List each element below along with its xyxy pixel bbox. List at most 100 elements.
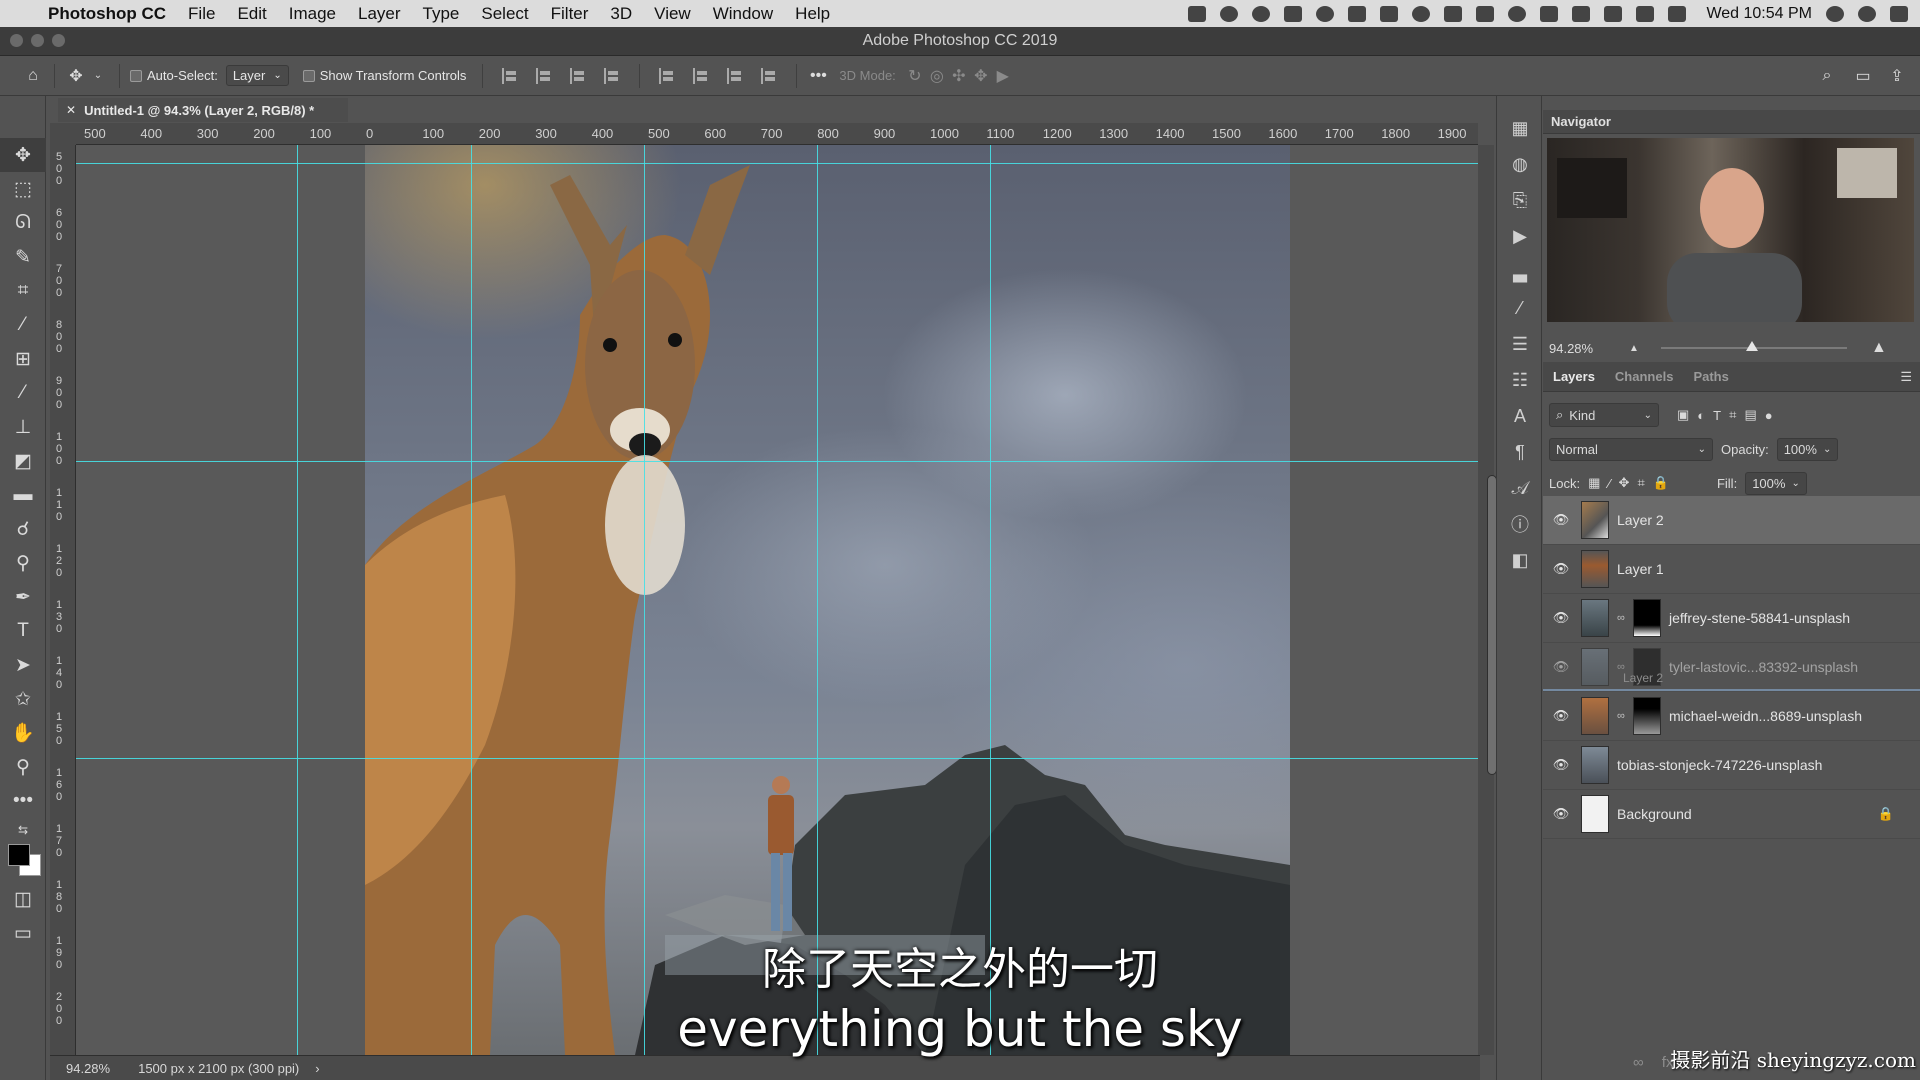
- zoom-in-icon[interactable]: ▲: [1871, 339, 1887, 357]
- visibility-eye-icon[interactable]: 👁: [1547, 561, 1575, 577]
- layer-name[interactable]: michael-weidn...8689-unsplash: [1669, 708, 1862, 724]
- path-select-tool-icon[interactable]: ➤: [0, 648, 46, 682]
- menu-window[interactable]: Window: [713, 4, 773, 24]
- camera-icon[interactable]: [1188, 5, 1207, 22]
- align-center-icon[interactable]: [536, 67, 552, 84]
- zoom-slider-knob[interactable]: [1746, 341, 1758, 351]
- search-icon[interactable]: ⌕: [1816, 65, 1838, 87]
- status-zoom[interactable]: 94.28%: [66, 1061, 110, 1076]
- layer-name[interactable]: Layer 2: [1617, 512, 1664, 528]
- type-tool-icon[interactable]: T: [0, 614, 46, 648]
- menu-3d[interactable]: 3D: [610, 4, 632, 24]
- close-tab-icon[interactable]: ✕: [66, 103, 76, 117]
- menu-select[interactable]: Select: [481, 4, 528, 24]
- vertical-guide[interactable]: [297, 145, 298, 1055]
- brush-tool-icon[interactable]: ⁄: [0, 376, 46, 410]
- skype-icon[interactable]: [1412, 5, 1431, 22]
- dropbox-icon[interactable]: [1284, 5, 1303, 22]
- properties-panel-icon[interactable]: ☰: [1497, 326, 1543, 362]
- menu-help[interactable]: Help: [795, 4, 830, 24]
- auto-select-checkbox[interactable]: [130, 69, 142, 82]
- bluetooth-icon[interactable]: [1540, 5, 1559, 22]
- vertical-ruler[interactable]: 500 600 700 800 900 100 110 120 130 140 150 160 170 1…: [50, 145, 76, 1055]
- foreground-color-swatch[interactable]: [8, 844, 30, 866]
- time-machine-icon[interactable]: [1508, 5, 1527, 22]
- panel-menu-icon[interactable]: ☰: [1900, 369, 1912, 385]
- eyedropper-tool-icon[interactable]: ⁄: [0, 308, 46, 342]
- layer-mask-thumbnail[interactable]: [1633, 697, 1661, 735]
- align-top-icon[interactable]: [659, 67, 675, 84]
- visibility-eye-icon[interactable]: 👁: [1547, 806, 1575, 822]
- vertical-scrollbar[interactable]: [1478, 145, 1497, 1055]
- menu-type[interactable]: Type: [423, 4, 460, 24]
- menu-view[interactable]: View: [654, 4, 691, 24]
- horizontal-guide[interactable]: [76, 461, 1478, 462]
- navigator-zoom-value[interactable]: 94.28%: [1549, 341, 1593, 356]
- menu-layer[interactable]: Layer: [358, 4, 401, 24]
- alien-icon[interactable]: [1220, 5, 1239, 22]
- zoom-tool-icon[interactable]: ⚲: [0, 750, 46, 784]
- dodge-tool-icon[interactable]: ⚲: [0, 546, 46, 580]
- info-panel-icon[interactable]: ⓘ: [1497, 506, 1543, 542]
- actions-panel-icon[interactable]: ▶: [1497, 218, 1543, 254]
- color-panel-icon[interactable]: ◍: [1497, 146, 1543, 182]
- clone-stamp-tool-icon[interactable]: ⊥: [0, 410, 46, 444]
- libraries-panel-icon[interactable]: ☷: [1497, 362, 1543, 398]
- vertical-guide[interactable]: [471, 145, 472, 1055]
- horizontal-guide[interactable]: [76, 163, 1478, 164]
- eraser-tool-icon[interactable]: ◩: [0, 444, 46, 478]
- healing-brush-tool-icon[interactable]: ⊞: [0, 342, 46, 376]
- share-icon[interactable]: ⇪: [1886, 65, 1908, 87]
- navigator-header[interactable]: Navigator: [1543, 110, 1920, 134]
- menu-image[interactable]: Image: [289, 4, 336, 24]
- shape-filter-icon[interactable]: ⌗: [1729, 407, 1736, 423]
- display-icon[interactable]: [1380, 5, 1399, 22]
- gradient-tool-icon[interactable]: ▬: [0, 478, 46, 512]
- 3d-scale-icon[interactable]: ▶: [992, 65, 1014, 87]
- app-menu[interactable]: Photoshop CC: [48, 4, 166, 24]
- align-right-icon[interactable]: [570, 67, 586, 84]
- character-panel-icon[interactable]: A: [1497, 398, 1543, 434]
- hand-tool-icon[interactable]: ✋: [0, 716, 46, 750]
- filter-toggle-icon[interactable]: ●: [1765, 408, 1773, 423]
- lock-pixels-icon[interactable]: ⁄: [1608, 476, 1610, 491]
- move-tool-icon[interactable]: ✥: [0, 138, 46, 172]
- tool-preset-chevron-icon[interactable]: ⌄: [87, 65, 109, 87]
- vertical-guide[interactable]: [644, 145, 645, 1055]
- type-filter-icon[interactable]: T: [1713, 408, 1721, 423]
- histogram-panel-icon[interactable]: ▃: [1497, 254, 1543, 290]
- visibility-eye-icon[interactable]: 👁: [1547, 757, 1575, 773]
- opacity-field[interactable]: 100% ⌄: [1776, 437, 1839, 461]
- glyphs-panel-icon[interactable]: 𝒜: [1497, 470, 1543, 506]
- layer-row-tyler-lastovic[interactable]: 👁 ∞ tyler-lastovic...83392-unsplash Laye…: [1543, 643, 1920, 692]
- adjustments-panel-icon[interactable]: ⎘: [1497, 182, 1543, 218]
- visibility-eye-icon[interactable]: 👁: [1547, 708, 1575, 724]
- layer-name[interactable]: tobias-stonjeck-747226-unsplash: [1617, 757, 1822, 773]
- link-mask-icon[interactable]: ∞: [1617, 710, 1629, 722]
- marquee-tool-icon[interactable]: ⬚: [0, 172, 46, 206]
- layer-row-jeffrey-stene[interactable]: 👁 ∞ jeffrey-stene-58841-unsplash: [1543, 594, 1920, 643]
- minimize-window-button[interactable]: [31, 34, 44, 47]
- menu-clock[interactable]: Wed 10:54 PM: [1706, 5, 1812, 23]
- crop-tool-icon[interactable]: ⌗: [0, 274, 46, 308]
- zoom-out-icon[interactable]: ▲: [1629, 343, 1639, 354]
- swap-colors-icon[interactable]: ⇆: [0, 818, 46, 842]
- align-bottom-icon[interactable]: [727, 67, 743, 84]
- wifi-icon[interactable]: [1572, 5, 1591, 22]
- workspace-icon[interactable]: ▭: [1852, 65, 1874, 87]
- fill-field[interactable]: 100% ⌄: [1745, 471, 1807, 495]
- horizontal-ruler[interactable]: 500 400 300 200 100 0 100 200 300 400 500 600 700 800…: [76, 123, 1478, 145]
- lock-position-icon[interactable]: ✥: [1619, 475, 1630, 491]
- pen-tool-icon[interactable]: ✒: [0, 580, 46, 614]
- ruler-origin[interactable]: [50, 123, 76, 145]
- menu-edit[interactable]: Edit: [237, 4, 266, 24]
- home-icon[interactable]: ⌂: [22, 65, 44, 87]
- brush-settings-panel-icon[interactable]: ⁄: [1497, 290, 1543, 326]
- distribute-icon[interactable]: [604, 67, 620, 84]
- tab-channels[interactable]: Channels: [1615, 369, 1674, 384]
- layer-mask-thumbnail[interactable]: [1633, 599, 1661, 637]
- filter-kind-dropdown[interactable]: ⌕ Kind ⌄: [1549, 403, 1659, 427]
- menu-filter[interactable]: Filter: [551, 4, 589, 24]
- lock-transparent-icon[interactable]: ▦: [1588, 475, 1600, 491]
- align-middle-icon[interactable]: [693, 67, 709, 84]
